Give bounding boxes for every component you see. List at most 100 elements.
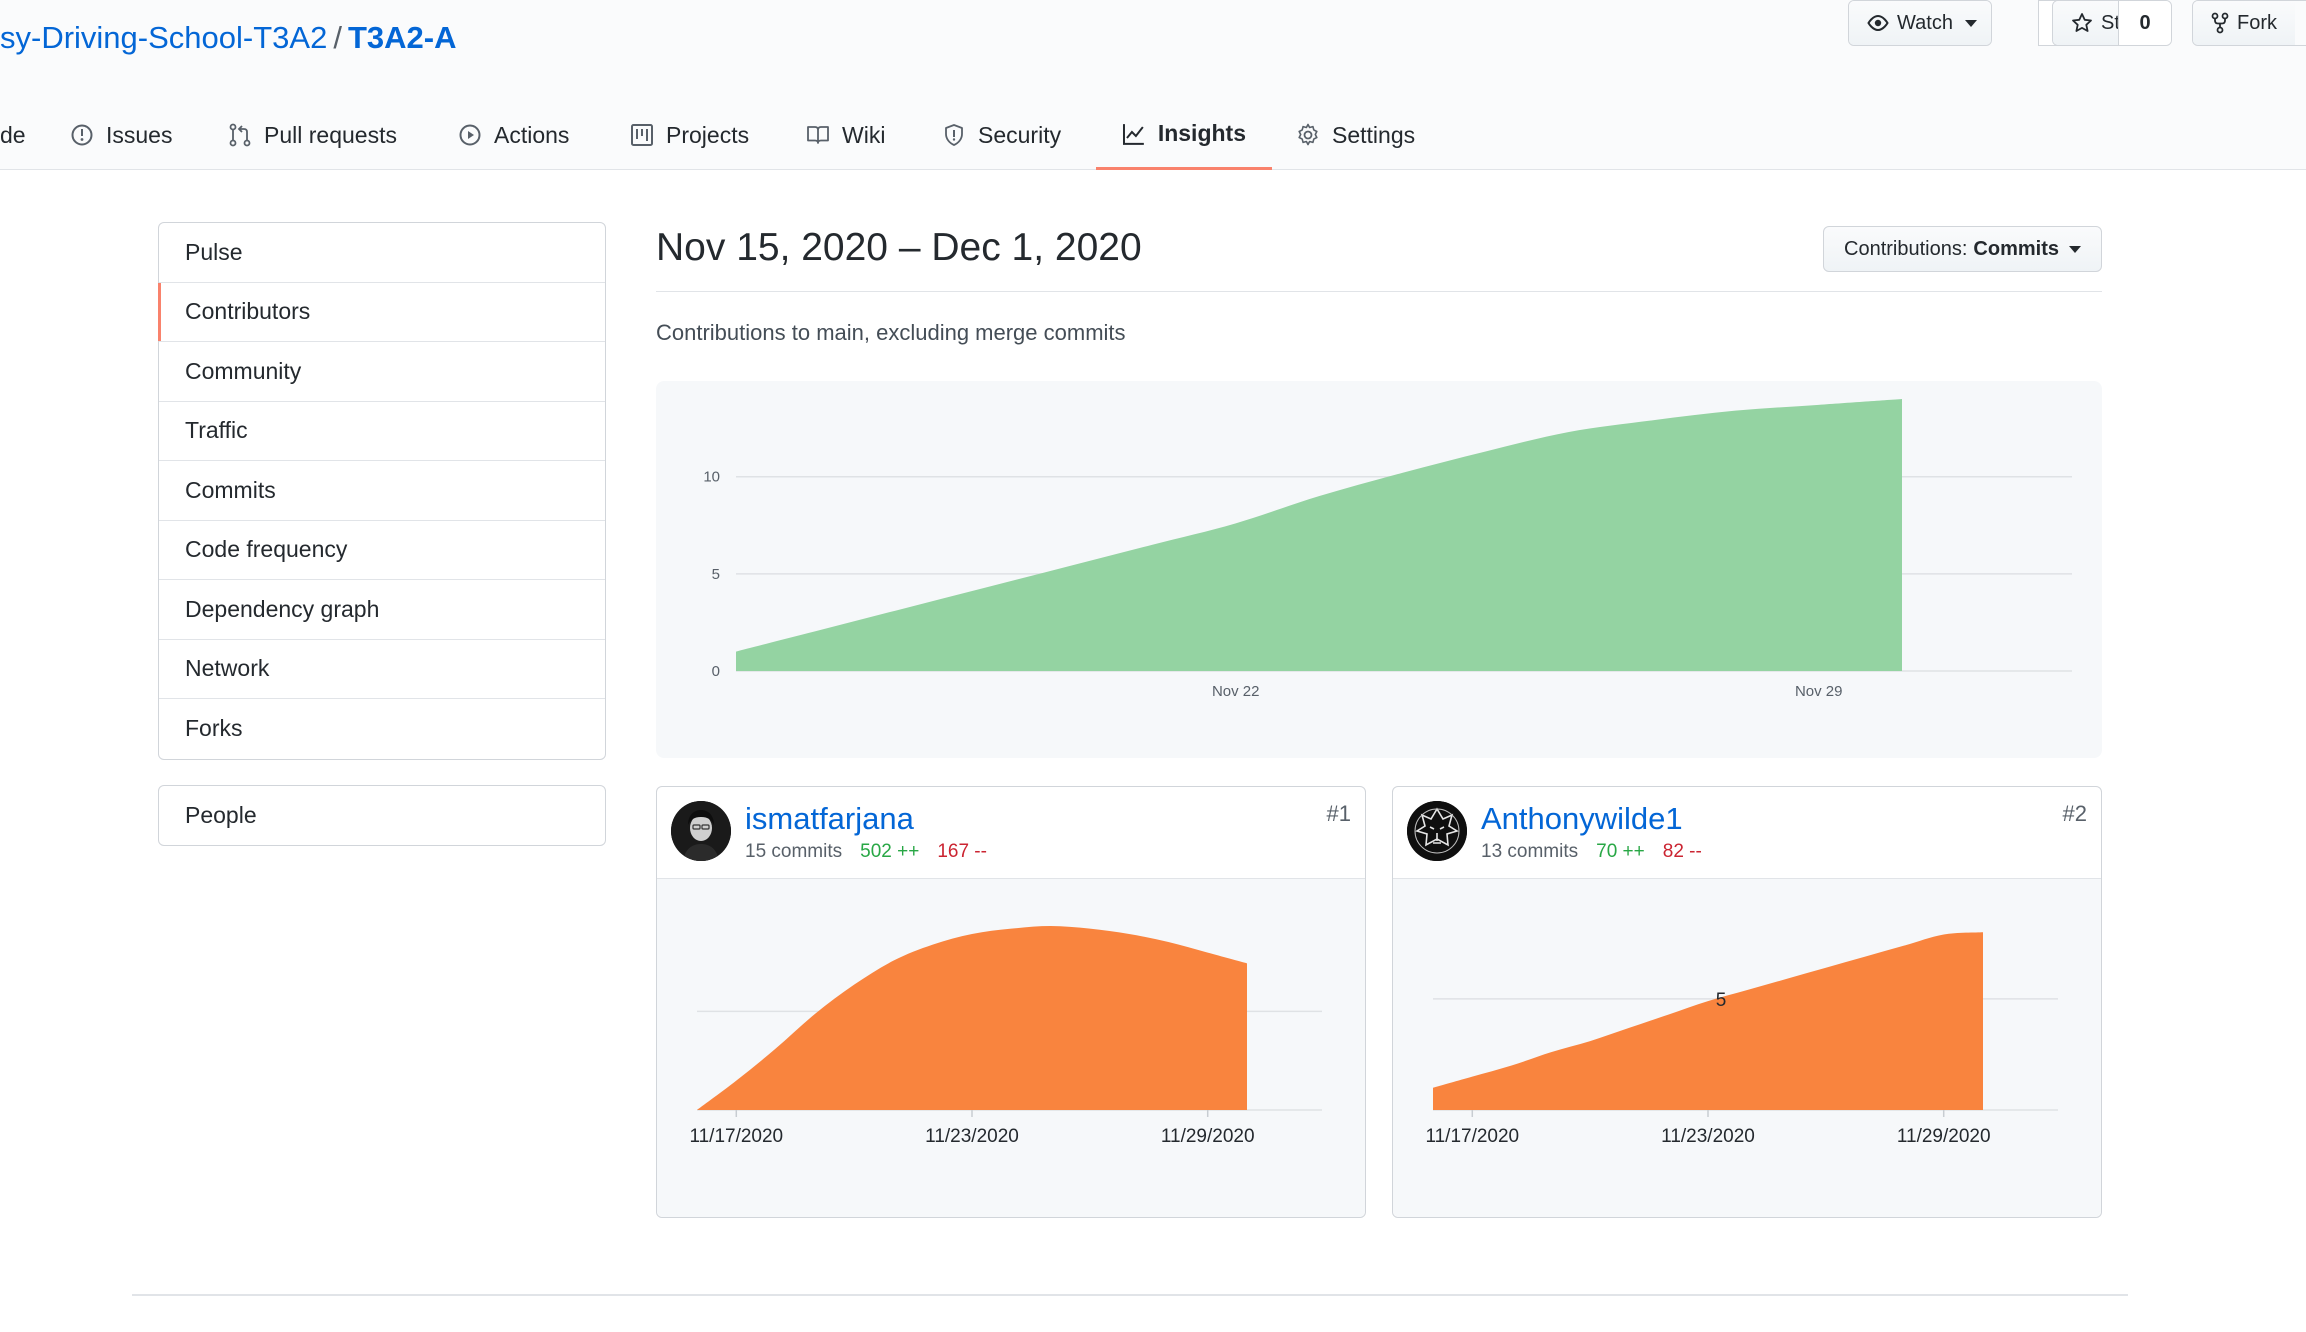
fork-label: Fork (2237, 11, 2277, 34)
sidebar-item-community[interactable]: Community (159, 342, 605, 402)
repo-title: sy-Driving-School-T3A2/T3A2-A (0, 20, 456, 56)
x-tick-label: 11/17/2020 (689, 1126, 783, 1147)
tab-issues[interactable]: Issues (44, 100, 198, 170)
contributors-header: Nov 15, 2020 – Dec 1, 2020 Contributions… (656, 222, 2102, 292)
tab-security-label: Security (978, 121, 1062, 148)
footer-divider (132, 1294, 2128, 1296)
tab-wiki[interactable]: Wiki (780, 100, 911, 170)
tab-insights-label: Insights (1157, 120, 1246, 146)
contributor-rank: #2 (2062, 801, 2087, 826)
tab-projects[interactable]: Projects (604, 100, 775, 170)
project-icon (631, 124, 653, 146)
tab-pull-requests-label: Pull requests (264, 121, 397, 148)
contributor-card: Anthonywilde1 13 commits 70 ++ 82 -- #2 5 1… (1392, 786, 2102, 1218)
tab-security[interactable]: Security (916, 100, 1087, 170)
contributor-chart-svg: 5 11/17/2020 11/23/2020 11/29/2020 (1425, 932, 2058, 1147)
chevron-down-icon (2069, 245, 2081, 253)
watch-label: Watch (1897, 11, 1953, 34)
sidebar-item-contributors[interactable]: Contributors (157, 282, 605, 342)
x-tick-label: Nov 29 (1795, 683, 1843, 700)
y-tick-label: 10 (703, 469, 720, 486)
contributor-additions: 502 ++ (860, 841, 920, 862)
tab-projects-label: Projects (666, 121, 750, 148)
x-tick-label: 11/23/2020 (925, 1126, 1019, 1147)
tab-actions[interactable]: Actions (432, 100, 595, 170)
contributor-stats: 15 commits 502 ++ 167 -- (745, 841, 987, 863)
pull-request-icon (229, 123, 251, 147)
contributor-deletions: 82 -- (1662, 841, 1702, 862)
contributor-chart-svg: 11/17/2020 11/23/2020 11/29/2020 (689, 926, 1322, 1147)
contributor-login-link[interactable]: Anthonywilde1 (1481, 801, 1683, 837)
y-tick-label: 0 (712, 663, 720, 680)
avatar[interactable] (671, 801, 731, 861)
watch-button[interactable]: Watch (1849, 1, 1991, 45)
contributions-chart-svg: 0 5 10 Nov 22 Nov 29 (703, 399, 2072, 700)
contributor-commits-link[interactable]: 15 commits (745, 841, 842, 862)
contributions-select-value: Commits (1973, 237, 2059, 260)
sidebar-item-commits[interactable]: Commits (159, 461, 605, 521)
repo-header: sy-Driving-School-T3A2/T3A2-A Watch 0 St… (0, 0, 2306, 170)
fork-button-group: Fork (2192, 0, 2306, 46)
tab-wiki-label: Wiki (842, 121, 886, 148)
area-series (736, 399, 1902, 671)
play-icon (459, 124, 481, 146)
y-tick-label: 5 (1716, 990, 1727, 1011)
star-count[interactable]: 0 (2119, 1, 2171, 45)
contributions-select-label: Contributions: (1844, 237, 1968, 260)
eye-icon (1867, 15, 1889, 31)
contributions-type-select[interactable]: Contributions: Commits (1823, 226, 2102, 272)
avatar[interactable] (1407, 801, 1467, 861)
book-icon (807, 126, 829, 144)
contributor-login-link[interactable]: ismatfarjana (745, 801, 914, 837)
x-tick-label: 11/29/2020 (1161, 1126, 1255, 1147)
contributor-card-header: ismatfarjana 15 commits 502 ++ 167 -- #1 (657, 787, 1365, 879)
sidebar-item-code-frequency[interactable]: Code frequency (159, 521, 605, 580)
contributions-subtitle: Contributions to main, excluding merge c… (656, 320, 1126, 345)
tab-issues-label: Issues (106, 121, 173, 148)
sidebar-item-traffic[interactable]: Traffic (159, 402, 605, 461)
tab-actions-label: Actions (494, 121, 570, 148)
x-tick-label: 11/17/2020 (1425, 1126, 1519, 1147)
contributor-chart[interactable]: 11/17/2020 11/23/2020 11/29/2020 (657, 879, 1365, 1217)
contributor-deletions: 167 -- (937, 841, 987, 862)
graph-icon (1122, 123, 1144, 145)
shield-icon (945, 124, 963, 146)
contributor-chart[interactable]: 5 11/17/2020 11/23/2020 11/29/2020 (1393, 879, 2101, 1217)
contributor-rank: #1 (1326, 801, 1351, 826)
repo-path-separator: / (333, 20, 342, 55)
repo-name-link[interactable]: T3A2-A (348, 20, 457, 55)
tab-code-label: de (0, 121, 26, 148)
contributor-card: ismatfarjana 15 commits 502 ++ 167 -- #1 1… (656, 786, 1366, 1218)
tab-settings[interactable]: Settings (1270, 100, 1441, 170)
tab-pull-requests[interactable]: Pull requests (202, 100, 423, 170)
sidebar-item-network[interactable]: Network (159, 640, 605, 699)
sidebar-item-dependency-graph[interactable]: Dependency graph (159, 580, 605, 640)
x-tick-label: 11/23/2020 (1661, 1126, 1755, 1147)
x-tick-label: 11/29/2020 (1897, 1126, 1991, 1147)
fork-icon (2211, 12, 2229, 34)
insights-sidebar-menu: Pulse Contributors Community Traffic Com… (157, 222, 606, 760)
contributions-chart[interactable]: 0 5 10 Nov 22 Nov 29 (656, 381, 2102, 758)
contributor-additions: 70 ++ (1596, 841, 1645, 862)
star-icon (2072, 13, 2092, 32)
gear-icon (1298, 123, 1318, 146)
tab-settings-label: Settings (1332, 121, 1416, 148)
sidebar-item-people[interactable]: People (158, 785, 606, 846)
date-range-title: Nov 15, 2020 – Dec 1, 2020 (656, 226, 1142, 269)
chevron-down-icon (1964, 19, 1977, 27)
star-count-wrap: 0 (2118, 0, 2172, 46)
issue-icon (71, 124, 93, 146)
contributor-stats: 13 commits 70 ++ 82 -- (1481, 841, 1702, 863)
area-series (1433, 932, 1983, 1110)
watch-button-group: Watch (1848, 0, 1992, 46)
x-tick-label: Nov 22 (1212, 683, 1260, 700)
contributor-card-header: Anthonywilde1 13 commits 70 ++ 82 -- #2 (1393, 787, 2101, 879)
sidebar-item-forks[interactable]: Forks (159, 699, 605, 759)
repo-owner-link[interactable]: sy-Driving-School-T3A2 (0, 20, 327, 55)
fork-button[interactable]: Fork (2193, 1, 2295, 45)
y-tick-label: 5 (712, 566, 720, 583)
tab-insights[interactable]: Insights (1096, 100, 1272, 170)
contributor-commits-link[interactable]: 13 commits (1481, 841, 1578, 862)
area-series (697, 926, 1247, 1110)
sidebar-item-pulse[interactable]: Pulse (159, 223, 605, 283)
